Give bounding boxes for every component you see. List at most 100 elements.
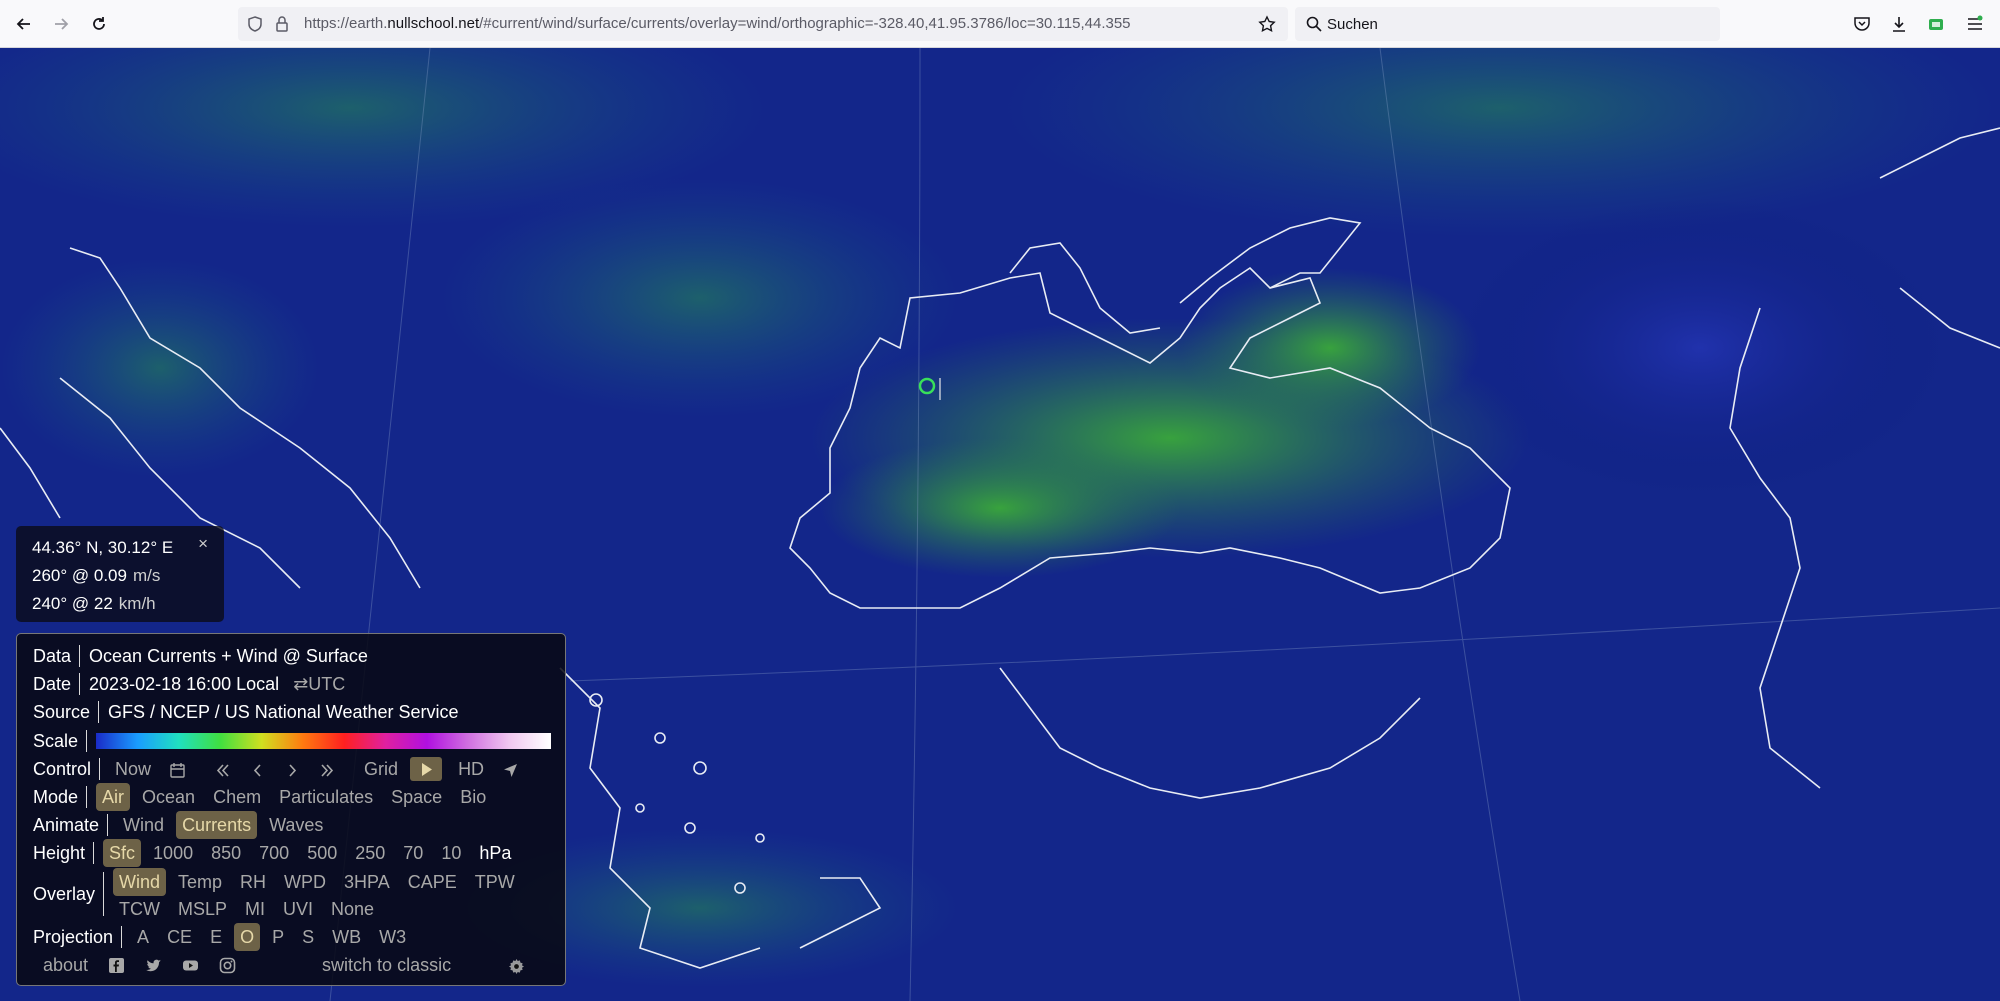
projection-o[interactable]: O — [234, 923, 261, 951]
date-row: Date 2023-02-18 16:00 Local ⇄UTC — [33, 670, 357, 698]
forward-arrow-icon[interactable] — [49, 12, 73, 36]
overlay-uvi[interactable]: UVI — [277, 895, 319, 923]
projection-wb[interactable]: WB — [326, 923, 367, 951]
step-forward-icon[interactable] — [278, 755, 307, 783]
overlay-row-2: TCW MSLP MI UVI None — [113, 895, 386, 923]
overlay-label-row: Overlay — [33, 872, 113, 916]
data-label: Data — [33, 646, 72, 666]
overlay-3hpa[interactable]: 3HPA — [338, 868, 396, 896]
projection-s[interactable]: S — [296, 923, 320, 951]
mode-bio[interactable]: Bio — [454, 783, 492, 811]
utc-toggle[interactable]: ⇄UTC — [287, 670, 351, 698]
locate-icon[interactable] — [496, 755, 525, 783]
divider — [86, 786, 88, 808]
skip-forward-icon[interactable] — [313, 755, 342, 783]
overlay-row-1: Wind Temp RH WPD 3HPA CAPE TPW — [113, 868, 527, 896]
close-location-button[interactable]: × — [198, 534, 208, 554]
projection-e[interactable]: E — [204, 923, 228, 951]
twitter-icon[interactable] — [145, 957, 162, 974]
divider — [86, 730, 88, 752]
overlay-tcw[interactable]: TCW — [113, 895, 166, 923]
earth-menu-panel: Data Ocean Currents + Wind @ Surface Dat… — [16, 633, 566, 986]
hd-toggle[interactable]: HD — [452, 755, 490, 783]
youtube-icon[interactable] — [182, 957, 199, 974]
color-scale-bar[interactable] — [96, 733, 552, 749]
azov-current — [1180, 268, 1480, 428]
footer-row: about switch to classic — [37, 951, 547, 979]
download-icon[interactable] — [1889, 14, 1909, 34]
animate-wind[interactable]: Wind — [117, 811, 170, 839]
reload-icon[interactable] — [87, 12, 111, 36]
height-sfc[interactable]: Sfc — [103, 839, 142, 867]
lock-icon[interactable] — [273, 15, 291, 33]
calendar-icon[interactable] — [163, 755, 192, 783]
divider — [79, 673, 81, 695]
wind-unit[interactable]: km/h — [119, 594, 156, 613]
projection-w3[interactable]: W3 — [373, 923, 412, 951]
url-bar[interactable]: https://earth.nullschool.net/#current/wi… — [238, 7, 1288, 41]
overlay-mslp[interactable]: MSLP — [172, 895, 233, 923]
projection-label: Projection — [33, 927, 114, 947]
instagram-icon[interactable] — [219, 957, 236, 974]
height-500[interactable]: 500 — [301, 839, 343, 867]
projection-p[interactable]: P — [266, 923, 290, 951]
height-700[interactable]: 700 — [253, 839, 295, 867]
overlay-tpw[interactable]: TPW — [469, 868, 521, 896]
settings-gear-icon[interactable] — [508, 951, 525, 979]
divider — [99, 758, 101, 780]
now-button[interactable]: Now — [109, 755, 157, 783]
animate-currents[interactable]: Currents — [176, 811, 258, 839]
height-850[interactable]: 850 — [205, 839, 247, 867]
skip-back-icon[interactable] — [208, 755, 237, 783]
grid-toggle[interactable]: Grid — [358, 755, 404, 783]
menu-icon[interactable] — [1965, 14, 1985, 34]
height-label: Height — [33, 843, 86, 863]
current-unit[interactable]: m/s — [133, 566, 160, 585]
current-reading: 260° @ 0.09 m/s — [32, 562, 224, 590]
search-bar[interactable]: Suchen — [1295, 7, 1720, 41]
overlay-none[interactable]: None — [325, 895, 380, 923]
divider — [98, 701, 100, 723]
pocket-icon[interactable] — [1852, 14, 1872, 34]
overlay-wind[interactable]: Wind — [113, 868, 167, 896]
mode-space[interactable]: Space — [385, 783, 448, 811]
overlay-wpd[interactable]: WPD — [278, 868, 332, 896]
facebook-icon[interactable] — [108, 957, 125, 974]
projection-ce[interactable]: CE — [161, 923, 198, 951]
data-value: Ocean Currents + Wind @ Surface — [89, 646, 368, 666]
browser-toolbar: https://earth.nullschool.net/#current/wi… — [0, 0, 2000, 48]
height-unit[interactable]: hPa — [473, 839, 517, 867]
star-icon[interactable] — [1258, 15, 1276, 33]
mode-row: Mode Air Ocean Chem Particulates Space B… — [33, 783, 498, 811]
data-row: Data Ocean Currents + Wind @ Surface — [33, 642, 368, 670]
overlay-rh[interactable]: RH — [234, 868, 272, 896]
extension-icon[interactable] — [1926, 14, 1946, 34]
switch-to-classic-link[interactable]: switch to classic — [316, 951, 457, 979]
mode-ocean[interactable]: Ocean — [136, 783, 201, 811]
overlay-mi[interactable]: MI — [239, 895, 271, 923]
about-link[interactable]: about — [37, 951, 94, 979]
divider — [79, 645, 81, 667]
mode-chem[interactable]: Chem — [207, 783, 267, 811]
play-icon[interactable] — [410, 757, 443, 781]
date-value: 2023-02-18 16:00 Local — [89, 674, 280, 694]
height-70[interactable]: 70 — [397, 839, 429, 867]
adriatic-overlay — [0, 258, 320, 478]
wind-reading: 240° @ 22 km/h — [32, 590, 224, 618]
step-back-icon[interactable] — [243, 755, 272, 783]
mode-particulates[interactable]: Particulates — [273, 783, 379, 811]
height-250[interactable]: 250 — [349, 839, 391, 867]
overlay-cape[interactable]: CAPE — [402, 868, 463, 896]
projection-a[interactable]: A — [131, 923, 155, 951]
mode-air[interactable]: Air — [96, 783, 131, 811]
overlay-temp[interactable]: Temp — [172, 868, 228, 896]
height-10[interactable]: 10 — [435, 839, 467, 867]
animate-label: Animate — [33, 815, 100, 835]
url-text: https://earth.nullschool.net/#current/wi… — [304, 15, 1131, 32]
back-arrow-icon[interactable] — [12, 12, 36, 36]
height-row: Height Sfc 1000 850 700 500 250 70 10 hP… — [33, 839, 523, 867]
animate-waves[interactable]: Waves — [263, 811, 329, 839]
scale-label: Scale — [33, 731, 79, 751]
height-1000[interactable]: 1000 — [147, 839, 199, 867]
shield-icon[interactable] — [246, 15, 264, 33]
